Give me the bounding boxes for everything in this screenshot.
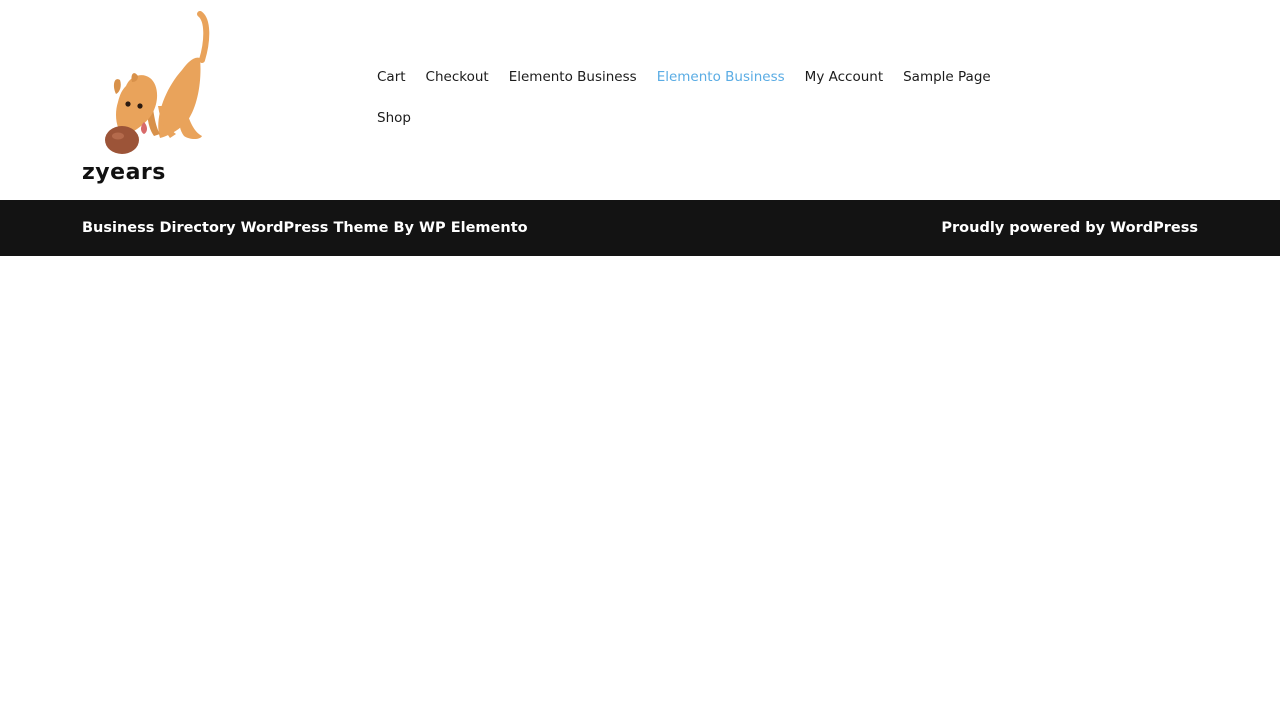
theme-credit-link[interactable]: Business Directory WordPress Theme By WP… [82,200,528,256]
powered-by-link[interactable]: Proudly powered by WordPress [941,200,1198,256]
nav-item-my-account[interactable]: My Account [805,63,883,92]
primary-navigation: Cart Checkout Elemento Business Elemento… [377,63,997,133]
nav-item-checkout[interactable]: Checkout [426,63,489,92]
nav-item-elemento-business[interactable]: Elemento Business [509,63,637,92]
site-footer: Business Directory WordPress Theme By WP… [0,200,1280,256]
cartoon-dog-logo-icon [105,11,210,154]
site-title[interactable]: zyears [82,159,166,187]
nav-item-shop[interactable]: Shop [377,104,411,133]
nav-item-cart[interactable]: Cart [377,63,406,92]
nav-item-elemento-business-active[interactable]: Elemento Business [657,63,785,92]
site-header: zyears Cart Checkout Elemento Business E… [0,0,1280,200]
site-logo[interactable]: zyears [82,10,212,190]
nav-item-sample-page[interactable]: Sample Page [903,63,991,92]
